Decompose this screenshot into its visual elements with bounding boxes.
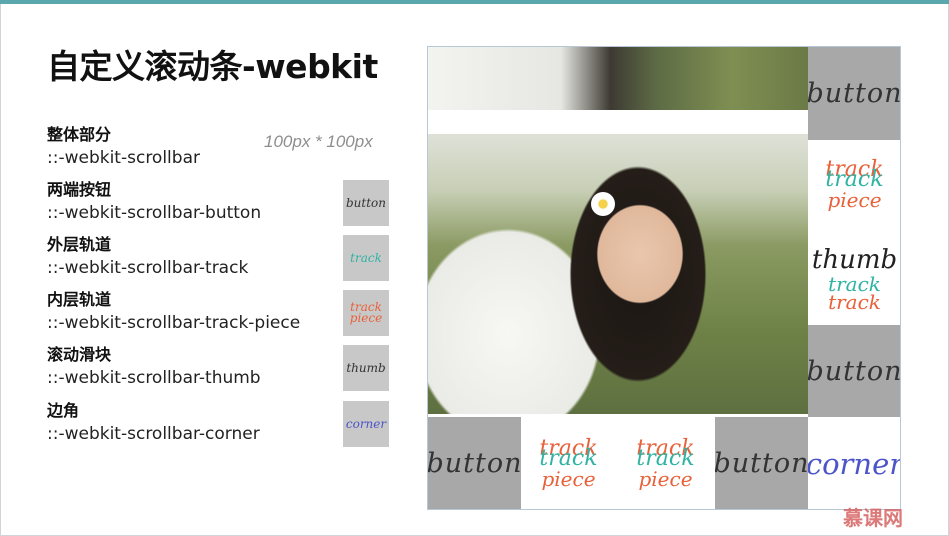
swatch-label: track [350, 250, 382, 265]
piece-label: piece [638, 466, 693, 491]
piece-label: piece [541, 466, 596, 491]
list-item: 边角 ::-webkit-scrollbar-corner [47, 400, 260, 446]
button-label: button [428, 448, 521, 479]
list-item: 整体部分 ::-webkit-scrollbar [47, 124, 200, 170]
track-label: track [539, 445, 598, 471]
item-selector: ::-webkit-scrollbar-thumb [47, 368, 261, 388]
button-label: button [808, 78, 901, 109]
corner-swatch: corner [343, 401, 389, 447]
imooc-logo: 慕课网 [843, 506, 903, 530]
photo-scrolled-top [428, 47, 808, 110]
horizontal-scroll-right-button[interactable]: button [715, 417, 808, 509]
swatch-label: thumb [346, 360, 386, 375]
item-label: 边角 [47, 401, 80, 420]
horizontal-track-piece-right[interactable]: track track piece [616, 417, 715, 509]
scrollbar-corner: corner [808, 417, 901, 509]
item-selector: ::-webkit-scrollbar-corner [47, 424, 260, 444]
track-swatch: track [343, 235, 389, 281]
horizontal-track-piece-left[interactable]: track track piece [521, 417, 616, 509]
item-selector: ::-webkit-scrollbar-track-piece [47, 313, 301, 333]
track-piece-swatch: track piece [343, 290, 389, 336]
track-label: track [636, 445, 695, 471]
swatch-label: track piece [349, 300, 383, 325]
vertical-scroll-down-button[interactable]: button [808, 325, 901, 417]
vertical-scroll-thumb[interactable]: thumb track track [808, 230, 900, 325]
track-label: track [825, 167, 884, 192]
thumb-label: thumb [811, 244, 898, 275]
swatch-label: button [345, 195, 386, 210]
list-item: 内层轨道 ::-webkit-scrollbar-track-piece [47, 289, 300, 335]
slide-title: 自定义滚动条-webkit [47, 47, 378, 86]
button-label: button [808, 355, 901, 387]
scrollbar-demo[interactable]: button track track piece thumb track tra… [427, 46, 901, 510]
list-item: 滚动滑块 ::-webkit-scrollbar-thumb [47, 344, 261, 390]
item-label: 内层轨道 [47, 290, 112, 309]
item-label: 两端按钮 [47, 180, 112, 199]
track-label: track [828, 289, 881, 314]
vertical-scroll-up-button[interactable]: button [808, 47, 901, 140]
item-selector: ::-webkit-scrollbar-button [47, 203, 262, 223]
item-selector: ::-webkit-scrollbar-track [47, 258, 249, 278]
swatch-label: corner [345, 416, 387, 431]
photo-girl [428, 134, 808, 414]
thumb-swatch: thumb [343, 345, 389, 391]
button-label: button [715, 448, 808, 479]
list-item: 外层轨道 ::-webkit-scrollbar-track [47, 234, 248, 280]
item-label: 滚动滑块 [47, 345, 112, 364]
piece-label: piece [827, 188, 882, 212]
flower-icon [591, 192, 615, 216]
corner-label: corner [808, 446, 901, 481]
item-label: 整体部分 [47, 125, 112, 144]
horizontal-scroll-left-button[interactable]: button [428, 417, 521, 509]
item-selector: ::-webkit-scrollbar [47, 148, 200, 168]
vertical-track-piece-top[interactable]: track track piece [808, 140, 900, 230]
item-label: 外层轨道 [47, 235, 112, 254]
size-note: 100px * 100px [264, 132, 373, 151]
list-item: 两端按钮 ::-webkit-scrollbar-button [47, 179, 261, 225]
button-swatch: button [343, 180, 389, 226]
